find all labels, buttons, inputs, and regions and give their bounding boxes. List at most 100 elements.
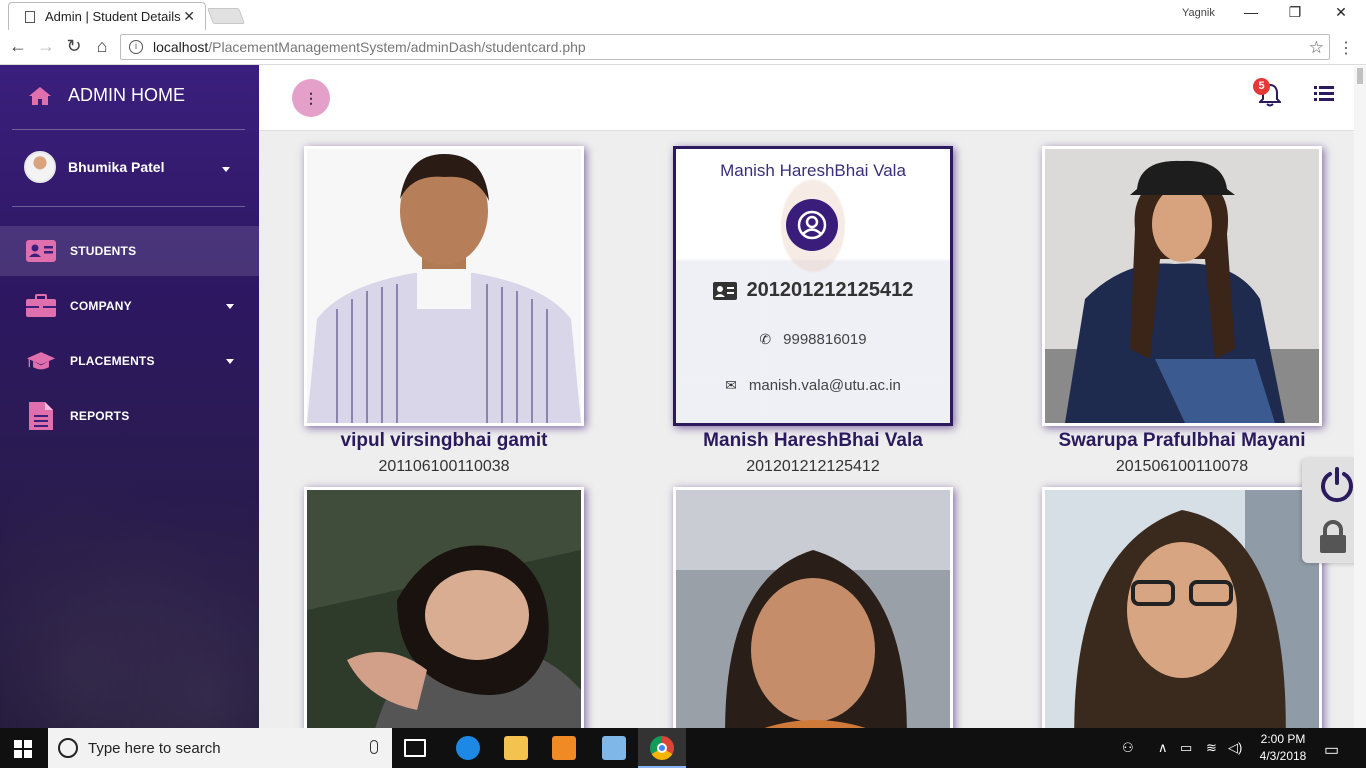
reload-icon[interactable]: ↻	[62, 36, 86, 57]
show-hidden-icons[interactable]: ∧	[1158, 740, 1168, 756]
microphone-icon[interactable]	[370, 740, 378, 754]
user-caret-icon[interactable]	[222, 167, 230, 172]
browser-tab[interactable]: Admin | Student Details ✕	[8, 2, 206, 30]
id-card-icon	[26, 239, 56, 263]
main-content: ⋮ 5 vipul virsingbhai gamit 201106100110…	[259, 65, 1366, 728]
student-photo	[673, 487, 953, 728]
hover-enrollment-text: 201201212125412	[746, 279, 914, 301]
action-center-icon[interactable]: ▭	[1324, 740, 1339, 760]
sidebar-divider	[12, 129, 245, 130]
sidebar-item-reports[interactable]: REPORTS	[0, 391, 259, 441]
student-card[interactable]	[304, 487, 584, 728]
info-icon[interactable]: i	[129, 40, 143, 54]
virtualbox-icon[interactable]	[602, 736, 626, 760]
graduation-cap-icon	[26, 349, 56, 373]
clock-time: 2:00 PM	[1260, 732, 1306, 746]
uc-browser-icon[interactable]	[552, 736, 576, 760]
student-enrollment: 201201212125412	[746, 458, 880, 475]
volume-icon[interactable]: ◁)	[1228, 740, 1242, 756]
student-name: Swarupa Prafulbhai Mayani	[1058, 430, 1306, 451]
page-scrollbar[interactable]	[1354, 66, 1366, 728]
cortana-icon	[58, 738, 78, 758]
student-card[interactable]	[1042, 487, 1322, 728]
student-photo	[1042, 487, 1322, 728]
bookmark-star-icon[interactable]: ☆	[1309, 38, 1324, 58]
taskbar-search-placeholder: Type here to search	[88, 739, 221, 757]
sidebar-item-students[interactable]: STUDENTS	[0, 226, 259, 276]
sidebar-item-placements[interactable]: PLACEMENTS	[0, 336, 259, 386]
taskbar-search[interactable]: Type here to search	[48, 728, 392, 768]
envelope-icon: ✉	[725, 377, 737, 393]
browser-titlebar: Admin | Student Details ✕ Yagnik — ❐ ✕	[0, 0, 1366, 30]
sidebar-item-label: REPORTS	[70, 409, 130, 423]
window-user-name[interactable]: Yagnik	[1182, 7, 1215, 19]
phone-icon: ✆	[759, 331, 772, 347]
home-icon	[29, 86, 51, 105]
forward-icon[interactable]: →	[34, 36, 58, 57]
hover-student-name: Manish HareshBhai Vala	[720, 161, 906, 180]
avatar	[24, 151, 56, 183]
student-card[interactable]: vipul virsingbhai gamit 201106100110038	[304, 146, 584, 476]
brand-title: ADMIN HOME	[68, 85, 185, 105]
new-tab-button[interactable]	[207, 8, 245, 24]
student-photo	[1042, 146, 1322, 426]
back-icon[interactable]: ←	[6, 36, 30, 57]
student-name: Manish HareshBhai Vala	[703, 430, 923, 451]
sidebar-item-company[interactable]: COMPANY	[0, 281, 259, 331]
windows-taskbar: Type here to search ⚇ ∧ ▭ ≋ ◁) 2:00 PM 4…	[0, 728, 1366, 768]
chevron-down-icon	[226, 303, 234, 309]
chrome-icon	[650, 736, 674, 760]
list-icon[interactable]	[1314, 86, 1334, 102]
hover-email-text: manish.vala@utu.ac.in	[748, 377, 901, 394]
id-badge-icon	[712, 281, 737, 300]
sidebar-divider	[12, 206, 245, 207]
student-card[interactable]: Swarupa Prafulbhai Mayani 20150610011007…	[1042, 146, 1322, 476]
chrome-taskbar-button[interactable]	[638, 728, 686, 768]
hover-enrollment: 201201212125412	[676, 279, 950, 302]
chrome-menu-icon[interactable]: ⋮	[1338, 38, 1354, 58]
minimize-icon[interactable]: —	[1236, 4, 1266, 20]
student-card-hovered[interactable]: Manish HareshBhai Vala 201201212125412 ✆…	[673, 146, 953, 476]
student-photo	[304, 146, 584, 426]
admin-home-link[interactable]: ADMIN HOME	[28, 85, 185, 106]
sidebar-item-label: COMPANY	[70, 299, 132, 313]
browser-toolbar: ← → ↻ ⌂ i localhost /PlacementManagement…	[0, 30, 1366, 65]
top-navbar: ⋮ 5	[259, 65, 1366, 131]
user-name: Bhumika Patel	[68, 159, 165, 175]
sidebar-toggle-button[interactable]: ⋮	[292, 79, 330, 117]
sidebar-item-label: PLACEMENTS	[70, 354, 155, 368]
file-icon	[26, 402, 56, 430]
hover-phone: ✆ 9998816019	[676, 331, 950, 348]
lock-icon[interactable]	[1318, 520, 1348, 554]
student-hover-overlay: Manish HareshBhai Vala 201201212125412 ✆…	[673, 146, 953, 426]
hover-phone-text: 9998816019	[783, 331, 867, 348]
power-icon[interactable]	[1318, 466, 1356, 504]
tab-close-icon[interactable]: ✕	[183, 8, 195, 25]
notification-badge: 5	[1253, 78, 1270, 95]
sidebar-item-label: STUDENTS	[70, 244, 137, 258]
tab-title: Admin | Student Details	[45, 9, 181, 24]
wifi-icon[interactable]: ≋	[1206, 740, 1217, 756]
sidebar: ADMIN HOME Bhumika Patel STUDENTS COMPAN…	[0, 65, 259, 728]
people-icon[interactable]: ⚇	[1122, 740, 1134, 756]
clock[interactable]: 2:00 PM 4/3/2018	[1258, 731, 1308, 765]
windows-start-icon[interactable]	[14, 740, 32, 758]
file-explorer-icon[interactable]	[504, 736, 528, 760]
home-nav-icon[interactable]: ⌂	[90, 36, 114, 57]
battery-icon[interactable]: ▭	[1180, 740, 1192, 756]
student-card[interactable]	[673, 487, 953, 728]
user-circle-icon	[786, 199, 838, 251]
student-enrollment: 201106100110038	[378, 458, 510, 475]
clock-date: 4/3/2018	[1259, 749, 1307, 763]
task-view-icon[interactable]	[404, 739, 426, 757]
briefcase-icon	[26, 294, 56, 318]
maximize-icon[interactable]: ❐	[1280, 4, 1310, 21]
scrollbar-thumb[interactable]	[1357, 68, 1363, 84]
url-host: localhost	[153, 39, 209, 55]
student-name: vipul virsingbhai gamit	[340, 430, 548, 451]
edge-icon[interactable]	[456, 736, 480, 760]
student-photo	[304, 487, 584, 728]
user-profile[interactable]: Bhumika Patel	[24, 151, 164, 183]
window-close-icon[interactable]: ✕	[1326, 4, 1356, 21]
address-bar[interactable]: i localhost /PlacementManagementSystem/a…	[120, 34, 1330, 60]
